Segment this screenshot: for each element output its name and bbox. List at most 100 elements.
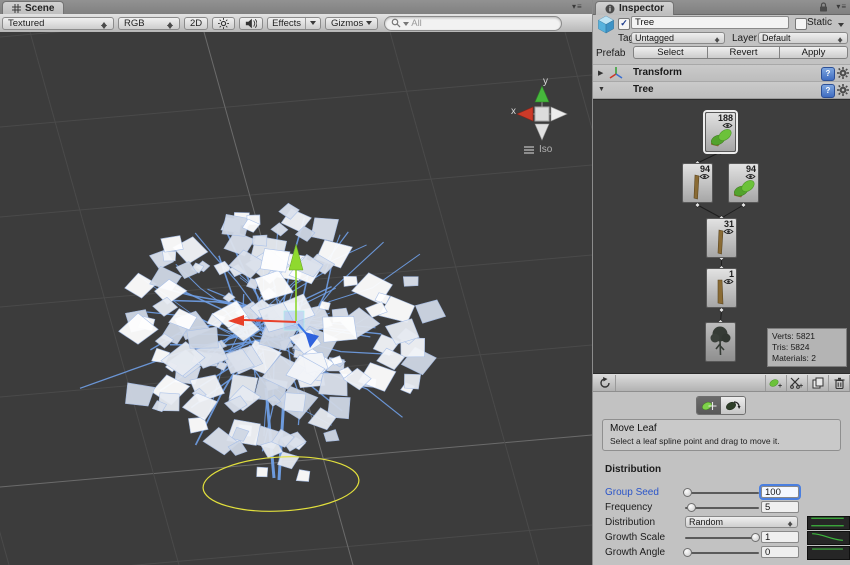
- growth-scale-field[interactable]: 1: [761, 531, 799, 543]
- static-label: Static: [807, 17, 832, 28]
- scene-3d-canvas[interactable]: [0, 32, 592, 565]
- scene-tabstrip: Scene ▾≡: [0, 0, 592, 15]
- lighting-toggle-button[interactable]: [212, 17, 235, 30]
- frequency-slider[interactable]: [685, 502, 759, 513]
- gear-icon[interactable]: [837, 84, 849, 96]
- updown-arrows-icon: [167, 18, 174, 29]
- growth-angle-field[interactable]: 0: [761, 546, 799, 558]
- growth-scale-curve-preview[interactable]: [807, 531, 850, 545]
- slider-thumb[interactable]: [751, 533, 760, 542]
- verts-stat: Verts: 5821: [772, 331, 842, 342]
- search-placeholder: All: [411, 18, 422, 29]
- scene-viewport[interactable]: y x Iso: [0, 32, 592, 565]
- object-name-value: Tree: [635, 17, 654, 28]
- group-seed-value: 100: [765, 487, 781, 498]
- delete-node-button[interactable]: [829, 375, 850, 391]
- component-help-icon[interactable]: ?: [821, 67, 835, 81]
- growth-scale-slider[interactable]: [685, 532, 759, 543]
- layer-dropdown[interactable]: Default: [758, 32, 848, 44]
- mesh-stats-box: Verts: 5821 Tris: 5824 Materials: 2: [767, 328, 847, 367]
- object-name-field[interactable]: Tree: [631, 16, 789, 29]
- channels-dropdown[interactable]: RGB: [118, 17, 180, 30]
- node-branch-trunk[interactable]: 1: [706, 268, 737, 308]
- growth-scale-value: 1: [765, 532, 770, 543]
- add-leaf-group-button[interactable]: +: [765, 375, 787, 391]
- move-leaf-tool-button[interactable]: [697, 397, 721, 414]
- tab-scene[interactable]: Scene: [2, 1, 64, 15]
- audio-toggle-button[interactable]: [239, 17, 263, 30]
- down-cone: [535, 124, 549, 140]
- tree-root-icon: [708, 324, 733, 358]
- effects-dropdown[interactable]: Effects: [267, 17, 321, 30]
- frequency-field[interactable]: 5: [761, 501, 799, 513]
- prefab-apply-button[interactable]: Apply: [779, 46, 848, 59]
- prefab-label: Prefab: [596, 48, 625, 59]
- duplicate-icon: [812, 377, 824, 389]
- help-description: Select a leaf spline point and drag to m…: [610, 436, 833, 446]
- growth-angle-curve-preview[interactable]: [807, 546, 850, 560]
- growth-angle-slider[interactable]: [685, 547, 759, 558]
- distribution-row: Distribution Random: [593, 516, 850, 529]
- shading-mode-value: Textured: [8, 18, 44, 29]
- distribution-section-title: Distribution: [605, 464, 661, 475]
- slider-thumb[interactable]: [683, 548, 692, 557]
- inspector-panel-menu-icon[interactable]: ▾≡: [836, 2, 847, 11]
- add-branch-group-button[interactable]: +: [787, 375, 808, 391]
- move-leaf-icon: [701, 399, 717, 412]
- projection-mode-label[interactable]: Iso: [524, 144, 552, 155]
- distribution-dropdown[interactable]: Random: [685, 516, 798, 528]
- iso-label-text: Iso: [539, 144, 552, 155]
- foldout-collapsed-icon[interactable]: ▶: [598, 69, 603, 77]
- add-branch-icon: +: [790, 377, 804, 389]
- chevron-down-icon: [366, 21, 372, 28]
- scene-toolbar: Textured RGB 2D Effects: [0, 14, 592, 33]
- search-filter-chevron-icon[interactable]: [403, 22, 409, 29]
- scene-panel-menu-icon[interactable]: ▾≡: [572, 2, 583, 11]
- tag-dropdown[interactable]: Untagged: [631, 32, 725, 44]
- gear-icon[interactable]: [837, 67, 849, 79]
- scene-search-input[interactable]: All: [384, 16, 562, 31]
- gameobject-cube-icon: [596, 15, 616, 34]
- shading-mode-dropdown[interactable]: Textured: [2, 17, 114, 30]
- tab-inspector[interactable]: i Inspector: [595, 1, 674, 15]
- branch-icon: [686, 174, 706, 200]
- axis-x-label: x: [511, 106, 516, 117]
- unity-editor-window: Scene ▾≡ Textured RGB 2D: [0, 0, 850, 565]
- node-editor-toolbar: + +: [593, 374, 850, 392]
- lock-icon[interactable]: [819, 2, 828, 12]
- x-axis-cone: [517, 107, 533, 121]
- distribution-curve-preview[interactable]: [807, 516, 850, 530]
- foldout-expanded-icon[interactable]: ▼: [598, 86, 605, 93]
- group-seed-field[interactable]: 100: [761, 486, 799, 498]
- node-leaf-group-top[interactable]: 188: [705, 112, 736, 152]
- prefab-revert-button[interactable]: Revert: [707, 46, 780, 59]
- group-seed-slider[interactable]: [685, 487, 759, 498]
- active-checkbox[interactable]: ✓: [618, 18, 630, 30]
- node-branch-group-left[interactable]: 94: [682, 163, 713, 203]
- duplicate-node-button[interactable]: [808, 375, 829, 391]
- orientation-gizmo[interactable]: y x: [505, 74, 577, 145]
- sun-icon: [218, 18, 229, 29]
- right-cone: [551, 107, 567, 121]
- growth-scale-label: Growth Scale: [605, 532, 665, 543]
- prefab-select-button[interactable]: Select: [633, 46, 708, 59]
- slider-thumb[interactable]: [687, 503, 696, 512]
- gizmos-dropdown[interactable]: Gizmos: [325, 17, 378, 30]
- tree-component-header[interactable]: ▼ Tree ?: [593, 81, 850, 99]
- node-branch-group-mid[interactable]: 31: [706, 218, 737, 258]
- frequency-row: Frequency 5: [593, 501, 850, 514]
- tree-node-graph[interactable]: 188 94 94: [593, 99, 850, 374]
- effects-label: Effects: [272, 18, 301, 29]
- transform-component-header[interactable]: ▶ Transform ?: [593, 64, 850, 82]
- 2d-toggle-button[interactable]: 2D: [184, 17, 208, 30]
- slider-thumb[interactable]: [683, 488, 692, 497]
- static-checkbox[interactable]: [795, 18, 807, 30]
- component-help-icon[interactable]: ?: [821, 84, 835, 98]
- branch-icon: [710, 229, 730, 255]
- rotate-leaf-icon: [725, 399, 741, 412]
- node-tree-root[interactable]: [705, 322, 736, 362]
- refresh-button[interactable]: [595, 375, 616, 391]
- node-leaf-group-right[interactable]: 94: [728, 163, 759, 203]
- rotate-leaf-tool-button[interactable]: [721, 397, 745, 414]
- static-dropdown-chevron-icon[interactable]: [838, 23, 844, 30]
